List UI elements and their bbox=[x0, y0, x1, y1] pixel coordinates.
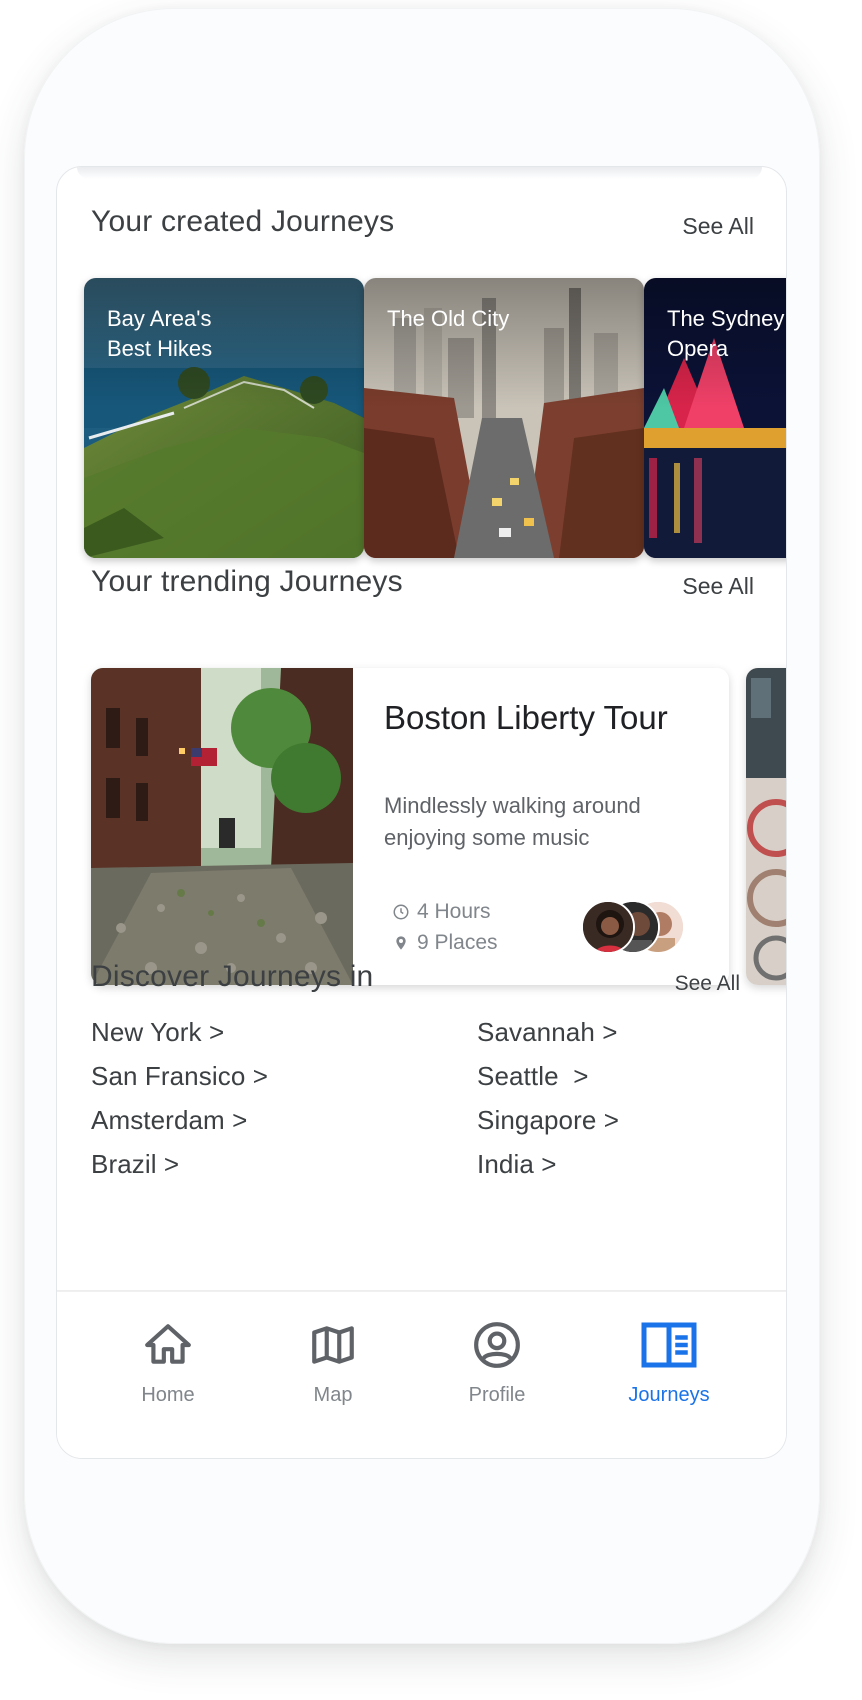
nav-item-journeys[interactable]: Journeys bbox=[609, 1320, 729, 1407]
trending-journeys-title: Your trending Journeys bbox=[91, 565, 403, 598]
created-journeys-title: Your created Journeys bbox=[91, 205, 395, 238]
city-link-san-fransico[interactable]: San Fransico > bbox=[91, 1061, 268, 1092]
city-link-brazil[interactable]: Brazil > bbox=[91, 1149, 179, 1180]
city-link-singapore[interactable]: Singapore > bbox=[477, 1105, 619, 1136]
avatar bbox=[581, 900, 635, 954]
places-text: 9 Places bbox=[417, 931, 498, 954]
card-title: Bay Area's Best Hikes bbox=[107, 306, 213, 361]
home-icon bbox=[145, 1324, 191, 1364]
places-row: 9 Places bbox=[389, 931, 498, 955]
nav-label: Journeys bbox=[628, 1384, 710, 1406]
discover-see-all-link[interactable]: See All bbox=[675, 972, 740, 996]
bottom-navigation: Home Map Profile Journeys bbox=[57, 1292, 786, 1458]
nav-label: Home bbox=[141, 1384, 195, 1406]
journey-card-bay-area[interactable]: Bay Area's Best Hikes bbox=[84, 278, 364, 558]
trending-card-description: Mindlessly walking around enjoying some … bbox=[384, 793, 641, 850]
scroll-fade bbox=[77, 167, 762, 179]
clock-icon bbox=[389, 903, 413, 921]
trending-card-title: Boston Liberty Tour bbox=[384, 699, 668, 736]
app-screen: Your created Journeys See All Bay Area's bbox=[56, 166, 787, 1459]
nav-item-home[interactable]: Home bbox=[108, 1320, 228, 1407]
participants-avatars[interactable] bbox=[581, 900, 691, 954]
discover-title: Discover Journeys in bbox=[91, 960, 374, 993]
next-card-image bbox=[746, 668, 786, 985]
card-title: The Old City bbox=[387, 306, 510, 331]
journey-card-old-city[interactable]: The Old City bbox=[364, 278, 644, 558]
trending-see-all-link[interactable]: See All bbox=[682, 573, 754, 600]
city-link-seattle[interactable]: Seattle > bbox=[477, 1061, 589, 1092]
nav-item-map[interactable]: Map bbox=[273, 1320, 393, 1407]
location-pin-icon bbox=[389, 934, 413, 952]
journeys-icon bbox=[641, 1322, 697, 1368]
boston-street-image bbox=[91, 668, 353, 985]
city-link-india[interactable]: India > bbox=[477, 1149, 557, 1180]
profile-icon bbox=[474, 1322, 520, 1368]
nav-label: Profile bbox=[468, 1384, 526, 1406]
city-link-new-york[interactable]: New York > bbox=[91, 1017, 224, 1048]
nav-item-profile[interactable]: Profile bbox=[437, 1320, 557, 1407]
city-link-savannah[interactable]: Savannah > bbox=[477, 1017, 618, 1048]
duration-row: 4 Hours bbox=[389, 900, 491, 924]
trending-journey-card-next[interactable] bbox=[746, 668, 786, 985]
created-see-all-link[interactable]: See All bbox=[682, 213, 754, 240]
nav-label: Map bbox=[313, 1384, 353, 1406]
trending-journey-card[interactable]: Boston Liberty Tour Mindlessly walking a… bbox=[91, 668, 729, 985]
map-icon bbox=[312, 1326, 354, 1364]
card-title: The Sydney Opera bbox=[667, 306, 785, 361]
duration-text: 4 Hours bbox=[417, 900, 491, 923]
city-link-amsterdam[interactable]: Amsterdam > bbox=[91, 1105, 247, 1136]
journey-card-sydney[interactable]: The Sydney Opera bbox=[644, 278, 786, 558]
